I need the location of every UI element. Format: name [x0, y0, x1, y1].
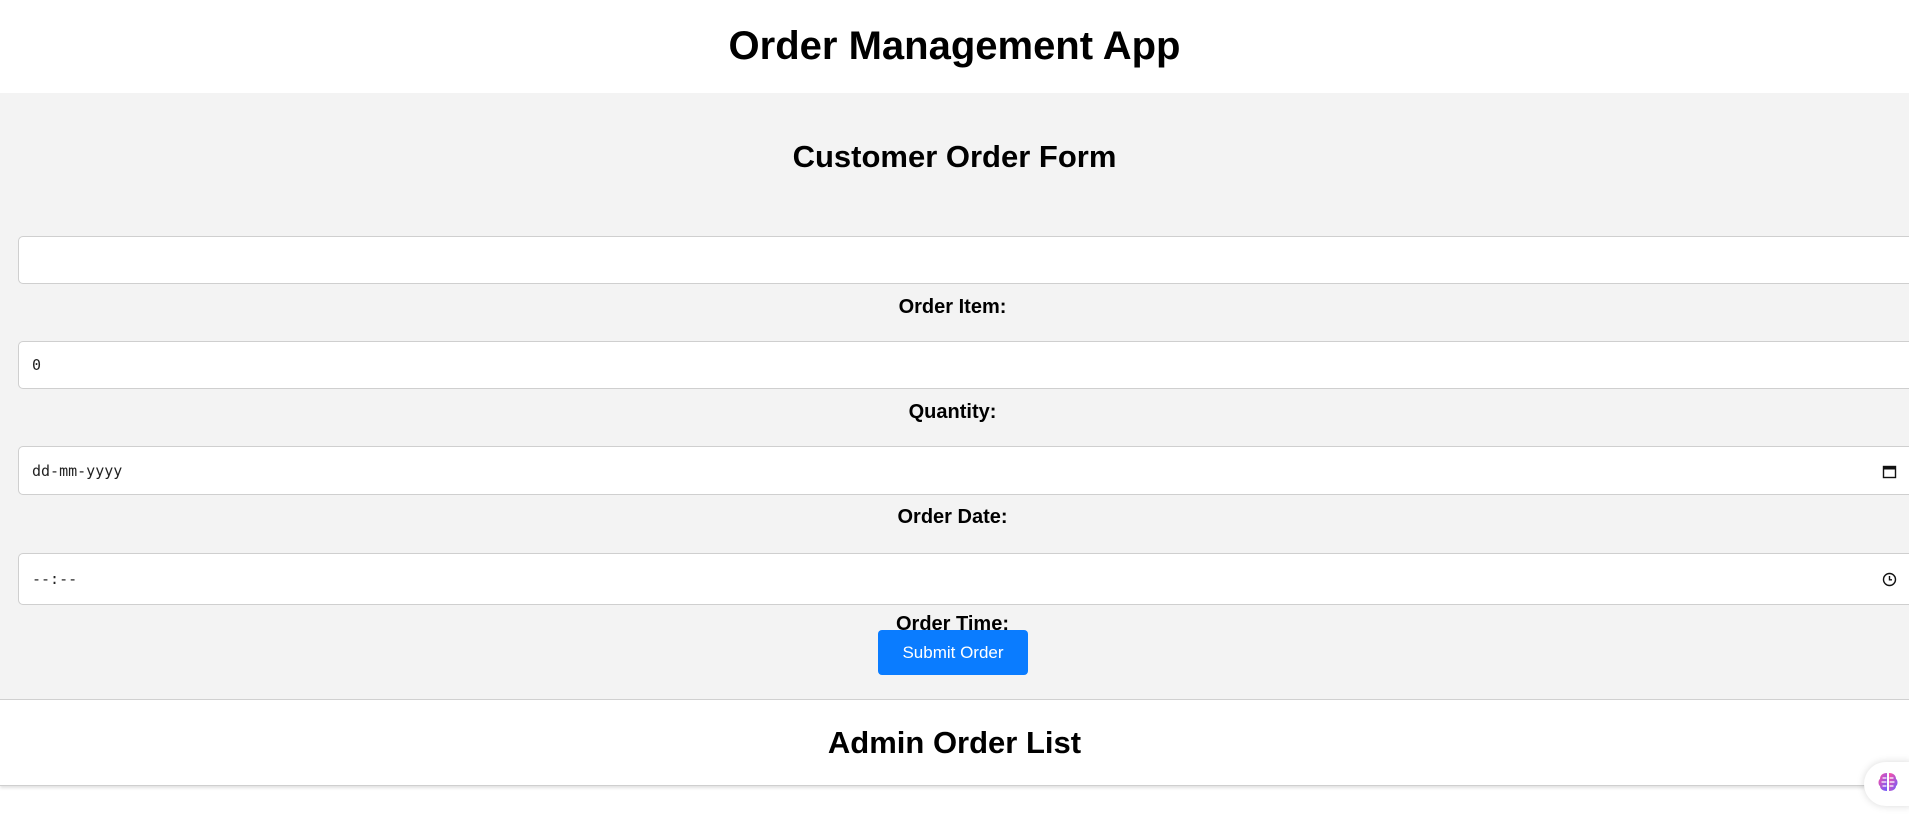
assistant-widget[interactable] [1864, 762, 1909, 806]
quantity-input[interactable]: 0 [18, 341, 1909, 389]
quantity-value: 0 [32, 356, 42, 374]
admin-title: Admin Order List [827, 724, 1082, 760]
brain-icon [1876, 770, 1900, 799]
order-item-label: Order Item: [898, 296, 1007, 318]
submit-order-button[interactable]: Submit Order [878, 630, 1028, 675]
customer-order-form: Customer Order Form Order Item: Quantity… [0, 93, 1909, 700]
app-title: Order Management App [728, 24, 1181, 68]
quantity-label: Quantity: [908, 401, 997, 423]
form-title: Customer Order Form [792, 139, 1117, 174]
calendar-icon[interactable] [1881, 463, 1897, 479]
app-header: Order Management App [0, 0, 1909, 93]
order-date-label: Order Date: [897, 506, 1008, 528]
order-date-input[interactable]: dd-mm-yyyy [18, 446, 1909, 495]
clock-icon[interactable] [1881, 571, 1897, 587]
order-item-input[interactable] [18, 236, 1909, 284]
admin-order-list: Admin Order List [0, 700, 1909, 786]
order-date-value: dd-mm-yyyy [32, 461, 123, 480]
order-time-value: --:-- [32, 570, 78, 588]
order-time-input[interactable]: --:-- [18, 553, 1909, 605]
